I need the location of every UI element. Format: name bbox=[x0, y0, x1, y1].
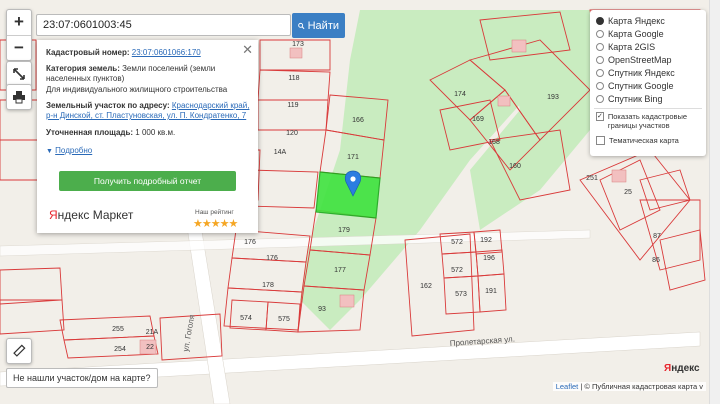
layer-option[interactable]: Карта 2GIS bbox=[596, 42, 655, 52]
layer-option[interactable]: Спутник Bing bbox=[596, 94, 662, 104]
plot-label: 251 bbox=[586, 175, 598, 182]
plot-label: 573 bbox=[455, 291, 467, 298]
plot-label: 162 bbox=[420, 283, 432, 290]
plot-label: 574 bbox=[240, 315, 252, 322]
plot-label: 174 bbox=[454, 91, 466, 98]
plot-label: 192 bbox=[480, 237, 492, 244]
cadastral-number-row: Кадастровый номер: 23:07:0601066:170 bbox=[46, 48, 252, 58]
radio-icon bbox=[596, 95, 604, 103]
caret-down-icon: ▼ bbox=[46, 148, 53, 155]
area-label: Уточненная площадь: bbox=[46, 128, 134, 137]
overlay-thematic-checkbox[interactable]: Тематическая карта bbox=[596, 136, 679, 145]
plot-label: 118 bbox=[288, 75, 299, 82]
checkbox-checked-icon: ✓ bbox=[596, 112, 604, 121]
plot-label: 93 bbox=[318, 306, 326, 313]
plot-label: 120 bbox=[286, 130, 298, 137]
plot-label: 179 bbox=[338, 227, 350, 234]
measure-button[interactable] bbox=[6, 338, 32, 364]
plot-label: 22 bbox=[146, 344, 154, 351]
plot-info-popup: ✕ Кадастровый номер: 23:07:0601066:170 К… bbox=[37, 40, 258, 233]
radio-icon bbox=[596, 30, 604, 38]
land-use-value: Для индивидуального жилищного строительс… bbox=[46, 85, 228, 94]
plot-label: 160 bbox=[509, 163, 521, 170]
checkbox-icon bbox=[596, 136, 605, 145]
layers-divider bbox=[594, 108, 702, 109]
rating-stars: ★★★★★ bbox=[193, 218, 238, 230]
plot-label: 119 bbox=[287, 102, 298, 109]
plot-label: 25 bbox=[624, 189, 632, 196]
plot-label: 21А bbox=[146, 329, 159, 336]
fullscreen-icon bbox=[13, 68, 25, 80]
plot-label: 168 bbox=[488, 139, 500, 146]
plot-label: 166 bbox=[352, 117, 364, 124]
cadastral-number-link[interactable]: 23:07:0601066:170 bbox=[132, 48, 201, 57]
plot-label: 575 bbox=[278, 316, 290, 323]
zoom-out-button[interactable]: − bbox=[7, 36, 31, 61]
plot-label: 196 bbox=[483, 255, 495, 262]
zoom-control: + − bbox=[6, 9, 32, 61]
plot-label: 191 bbox=[485, 288, 497, 295]
find-button[interactable]: Найти bbox=[292, 13, 345, 38]
plot-label: 255 bbox=[112, 326, 124, 333]
area-row: Уточненная площадь: 1 000 кв.м. bbox=[46, 128, 252, 138]
plot-label: 254 bbox=[114, 346, 126, 353]
zoom-in-button[interactable]: + bbox=[7, 10, 31, 36]
plot-label: 176 bbox=[266, 255, 278, 262]
radio-icon bbox=[596, 69, 604, 77]
map-attribution: Leaflet | © Публичная кадастровая карта … bbox=[552, 382, 706, 391]
yandex-logo: Яндекс bbox=[664, 363, 700, 374]
radio-icon bbox=[596, 82, 604, 90]
plot-label: 169 bbox=[472, 116, 484, 123]
scrollbar[interactable] bbox=[709, 0, 720, 404]
land-category-label: Категория земель: bbox=[46, 64, 120, 73]
layer-option[interactable]: OpenStreetMap bbox=[596, 55, 672, 65]
radio-icon bbox=[596, 56, 604, 64]
plot-label: 171 bbox=[347, 154, 359, 161]
area-value: 1 000 кв.м. bbox=[135, 128, 176, 137]
layer-option[interactable]: Спутник Яндекс bbox=[596, 68, 675, 78]
not-found-button[interactable]: Не нашли участок/дом на карте? bbox=[6, 368, 158, 388]
radio-icon bbox=[596, 43, 604, 51]
print-button[interactable] bbox=[6, 84, 32, 110]
attribution-text: © Публичная кадастровая карта bbox=[584, 382, 698, 391]
layer-option[interactable]: Спутник Google bbox=[596, 81, 673, 91]
yandex-market-logo[interactable]: Яндекс Маркет bbox=[49, 208, 133, 222]
plot-label: 178 bbox=[262, 282, 274, 289]
layer-option[interactable]: Карта Google bbox=[596, 29, 664, 39]
more-details-link[interactable]: Подробно bbox=[55, 146, 92, 155]
plot-label: 177 bbox=[334, 267, 346, 274]
search-icon bbox=[298, 22, 305, 29]
plot-label: 176 bbox=[244, 239, 256, 246]
layer-option[interactable]: Карта Яндекс bbox=[596, 16, 665, 26]
plot-label: 193 bbox=[547, 94, 559, 101]
overlay-cadastral-checkbox[interactable]: ✓ Показать кадастровые границы участков bbox=[596, 112, 700, 130]
printer-icon bbox=[13, 91, 25, 104]
ruler-icon bbox=[13, 344, 26, 357]
address-row: Земельный участок по адресу: Краснодарск… bbox=[46, 101, 252, 121]
plot-label: 572 bbox=[451, 267, 463, 274]
leaflet-link[interactable]: Leaflet bbox=[556, 382, 579, 391]
find-button-label: Найти bbox=[307, 19, 339, 32]
layers-panel: Карта Яндекс Карта Google Карта 2GIS Ope… bbox=[590, 10, 706, 156]
plot-label: 572 bbox=[451, 239, 463, 246]
more-details-row: ▼ Подробно bbox=[46, 146, 252, 157]
plot-label: 14А bbox=[274, 149, 287, 156]
radio-selected-icon bbox=[596, 17, 604, 25]
address-label: Земельный участок по адресу: bbox=[46, 101, 170, 110]
rating-label: Наш рейтинг bbox=[195, 209, 234, 216]
plot-label: 173 bbox=[292, 41, 304, 48]
cadastral-number-label: Кадастровый номер: bbox=[46, 48, 130, 57]
plot-label: 87 bbox=[653, 233, 661, 240]
search-input[interactable] bbox=[36, 14, 291, 36]
land-category-row: Категория земель: Земли поселений (земли… bbox=[46, 64, 252, 84]
get-report-button[interactable]: Получить подробный отчет bbox=[59, 171, 236, 191]
plot-label: 86 bbox=[652, 257, 660, 264]
